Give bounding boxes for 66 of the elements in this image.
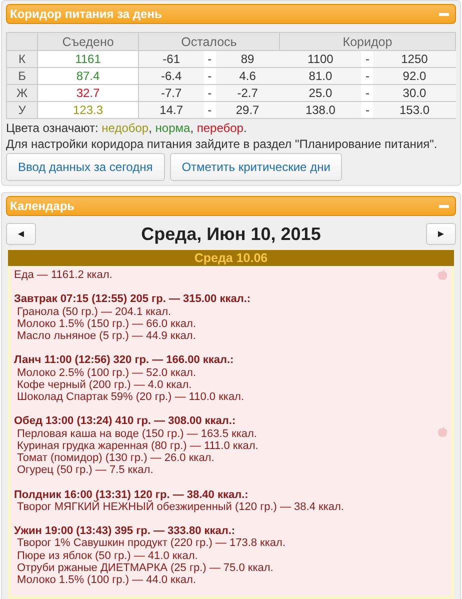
range-dash: -	[361, 84, 374, 102]
eaten-value: 1161	[38, 50, 138, 68]
food-item: Молоко 1.5% (150 гр.) — 66.0 ккал.	[16, 318, 196, 330]
action-button[interactable]: Ввод данных за сегодня	[6, 153, 165, 181]
table-cell: 1100	[279, 50, 362, 68]
meal-heading: Обед 13:00 (13:24) 410 гр. — 308.00 ккал.:	[14, 415, 236, 428]
food-item: Огурец (50 гр.) — 7.5 ккал.	[16, 464, 154, 476]
table-cell: -7.7	[138, 84, 204, 102]
food-item: Творог 1% Савушкин продукт (220 гр.) — 173.8 ккал.	[16, 537, 286, 550]
table-cell: 25.0	[279, 84, 362, 102]
column-header: Съедено	[38, 32, 138, 50]
column-header: Коридор	[279, 32, 456, 50]
food-item: Пюре из яблок (50 гр.) — 41.0 ккал.	[16, 550, 198, 562]
apple-icon	[438, 427, 447, 437]
meal-heading: Ланч 11:00 (12:56) 320 гр. — 166.00 ккал.:	[14, 354, 234, 367]
minimize-icon[interactable]	[439, 204, 449, 208]
food-item: Шоколад Спартак 59% (20 гр.) — 110.0 ккал.	[16, 391, 244, 404]
table-cell: -61	[138, 50, 204, 68]
table-cell: 92.0	[373, 68, 456, 84]
food-item: Перловая каша на воде (150 гр.) — 163.5 ккал.	[16, 428, 257, 440]
row-label: Ж	[6, 84, 38, 102]
row-label: К	[6, 50, 38, 68]
apple-icon	[438, 270, 447, 280]
eaten-value: 87.4	[38, 68, 138, 84]
panel-title: Календарь	[10, 199, 75, 213]
table-cell: 30.0	[373, 84, 456, 102]
legend-text: Цвета означают: недобор, норма, перебор.	[6, 121, 248, 135]
next-button[interactable]: ►	[426, 223, 456, 245]
table-cell: 1250	[373, 50, 456, 68]
row-label: Б	[6, 68, 38, 84]
action-button[interactable]: Отметить критические дни	[170, 153, 342, 181]
food-item: Куриная грудка жаренная (80 гр.) — 111.0 ккал.	[16, 440, 258, 452]
table-cell: 138.0	[279, 102, 362, 118]
food-item: Творог МЯГКИЙ НЕЖНЫЙ обезжиренный (120 гр.) — 38.4 ккал.	[17, 500, 344, 513]
meal-heading: Завтрак 07:15 (12:55) 205 гр. — 315.00 ккал.:	[14, 293, 251, 306]
table-cell: 4.6	[216, 68, 280, 84]
table-cell: 14.7	[138, 102, 204, 118]
row-label: У	[6, 102, 38, 118]
food-item: Кофе черный (200 гр.) — 4.0 ккал.	[16, 378, 192, 391]
meal-heading: Ужин 19:00 (13:43) 395 гр. — 333.80 ккал.:	[14, 525, 236, 538]
total-text: Еда — 1161.2 ккал.	[14, 269, 112, 282]
previous-button[interactable]: ◄	[6, 223, 36, 245]
column-header: Осталось	[138, 32, 280, 50]
food-item: Молоко 1.5% (100 гр.) — 44.0 ккал.	[16, 574, 196, 586]
food-item: Молоко 2.5% (100 гр.) — 52.0 ккал.	[16, 366, 196, 379]
date-title: Среда, Июн 10, 2015	[141, 224, 321, 244]
table-cell: -2.7	[216, 84, 280, 102]
food-item: Томат (помидор) (130 гр.) — 26.0 ккал.	[16, 452, 214, 464]
hint-text: Для настройки коридора питания зайдите в раздел "Планирование питания".	[6, 137, 438, 151]
food-item: Гранола (50 гр.) — 204.1 ккал.	[16, 306, 172, 318]
minimize-icon[interactable]	[439, 12, 449, 16]
table-cell: -6.4	[138, 68, 204, 84]
table-cell: 29.7	[216, 102, 280, 118]
eaten-value: 123.3	[38, 102, 138, 118]
table-cell: 153.0	[373, 102, 456, 118]
range-dash: -	[361, 68, 374, 84]
panel-title: Коридор питания за день	[10, 7, 162, 21]
eaten-value: 32.7	[38, 84, 138, 102]
food-item: Масло льняное (5 гр.) — 44.9 ккал.	[16, 330, 196, 342]
food-item: Отруби ржаные ДИЕТМАРКА (25 гр.) — 75.0 ккал.	[16, 562, 274, 574]
day-header: Среда 10.06	[8, 250, 454, 266]
range-dash: -	[361, 102, 374, 118]
table-cell: 89	[216, 50, 280, 68]
range-dash: -	[361, 50, 374, 68]
table-cell: 81.0	[279, 68, 362, 84]
meal-heading: Полдник 16:00 (13:31) 120 гр. — 38.40 ккал.:	[14, 488, 248, 501]
